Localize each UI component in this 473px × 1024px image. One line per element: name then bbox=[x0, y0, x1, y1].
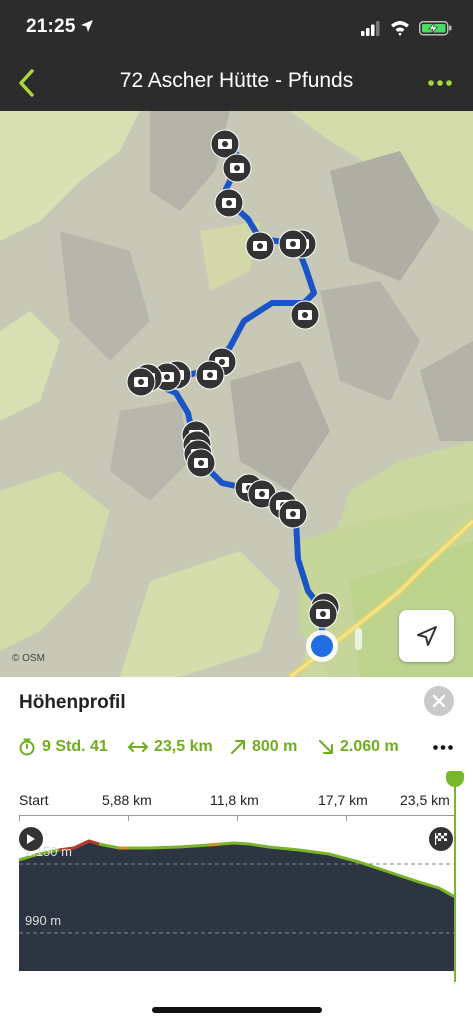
stat-distance: 23,5 km bbox=[128, 738, 213, 756]
axis-label: 11,8 km bbox=[210, 792, 259, 808]
stats-more-button[interactable] bbox=[428, 734, 458, 760]
close-icon bbox=[432, 694, 446, 708]
locate-me-button[interactable] bbox=[399, 610, 454, 662]
camera-icon bbox=[278, 499, 308, 529]
home-indicator[interactable] bbox=[152, 1007, 322, 1013]
chevron-left-icon bbox=[19, 69, 34, 97]
stopwatch-icon bbox=[19, 738, 35, 756]
signal-icon bbox=[361, 21, 380, 36]
camera-icon bbox=[308, 599, 338, 629]
camera-icon bbox=[278, 229, 308, 259]
stat-ascent-value: 800 m bbox=[252, 738, 298, 755]
axis-tick bbox=[19, 815, 20, 821]
navigation-arrow-icon bbox=[416, 626, 437, 646]
camera-icon bbox=[214, 188, 244, 218]
battery-charging-icon bbox=[419, 21, 452, 36]
axis-label: 17,7 km bbox=[318, 792, 368, 808]
axis-tick bbox=[128, 815, 129, 821]
axis-label: Start bbox=[19, 792, 49, 808]
more-dots-icon bbox=[433, 744, 453, 750]
axis-label: 5,88 km bbox=[102, 792, 152, 808]
status-time: 21:25 bbox=[26, 16, 76, 37]
camera-icon bbox=[222, 153, 252, 183]
elevation-label-low: 990 m bbox=[25, 913, 62, 928]
steep-segment bbox=[208, 842, 220, 847]
nav-bar: 72 Ascher Hütte - Pfunds bbox=[0, 56, 473, 111]
elevation-area bbox=[19, 841, 455, 971]
status-bar: 21:25 bbox=[0, 0, 473, 56]
status-icons bbox=[361, 21, 452, 36]
wifi-icon bbox=[391, 21, 409, 36]
camera-icon bbox=[290, 300, 320, 330]
stat-descent: 2.060 m bbox=[318, 738, 399, 756]
location-arrow-icon bbox=[81, 20, 93, 32]
stats-row: 9 Std. 41 23,5 km 800 m 2.060 m bbox=[18, 738, 458, 760]
stat-distance-value: 23,5 km bbox=[154, 738, 213, 755]
map-attribution[interactable]: © OSM bbox=[12, 653, 45, 664]
stat-ascent: 800 m bbox=[230, 738, 297, 756]
axis-tick bbox=[346, 815, 347, 821]
descent-arrow-icon bbox=[319, 740, 333, 754]
current-location-marker bbox=[306, 630, 338, 662]
axis-tick bbox=[237, 815, 238, 821]
camera-icon bbox=[195, 360, 225, 390]
camera-icon bbox=[186, 448, 216, 478]
back-button[interactable] bbox=[6, 62, 46, 104]
elevation-profile-graphic bbox=[19, 839, 455, 971]
map-canvas[interactable] bbox=[0, 111, 473, 677]
end-marker bbox=[429, 827, 453, 851]
stat-descent-value: 2.060 m bbox=[340, 738, 399, 755]
profile-cursor-line[interactable] bbox=[454, 777, 456, 982]
more-options-button[interactable] bbox=[425, 70, 455, 96]
panel-title: Höhenprofil bbox=[19, 692, 126, 713]
camera-icon bbox=[245, 231, 275, 261]
camera-icon bbox=[126, 367, 156, 397]
elevation-profile-chart[interactable]: 2.150 m 990 m bbox=[19, 824, 455, 972]
axis-label: 23,5 km bbox=[400, 792, 450, 808]
stat-duration: 9 Std. 41 bbox=[18, 738, 108, 756]
close-button[interactable] bbox=[424, 686, 454, 716]
start-marker bbox=[19, 827, 43, 851]
distance-arrows-icon bbox=[128, 742, 148, 752]
more-dots-icon bbox=[428, 80, 452, 86]
play-icon bbox=[27, 834, 35, 844]
app-screen: 21:25 72 Ascher Hütte - Pfunds © OSM Höh… bbox=[0, 0, 473, 1024]
ascent-arrow-icon bbox=[231, 740, 245, 754]
profile-cursor-handle[interactable] bbox=[446, 771, 464, 787]
map-view[interactable]: © OSM bbox=[0, 111, 473, 677]
stat-duration-value: 9 Std. 41 bbox=[42, 738, 108, 755]
page-title: 72 Ascher Hütte - Pfunds bbox=[119, 69, 354, 92]
elevation-panel: Höhenprofil 9 Std. 41 23,5 km 800 m 2.06… bbox=[0, 677, 473, 1024]
finish-flag-icon bbox=[435, 833, 447, 845]
